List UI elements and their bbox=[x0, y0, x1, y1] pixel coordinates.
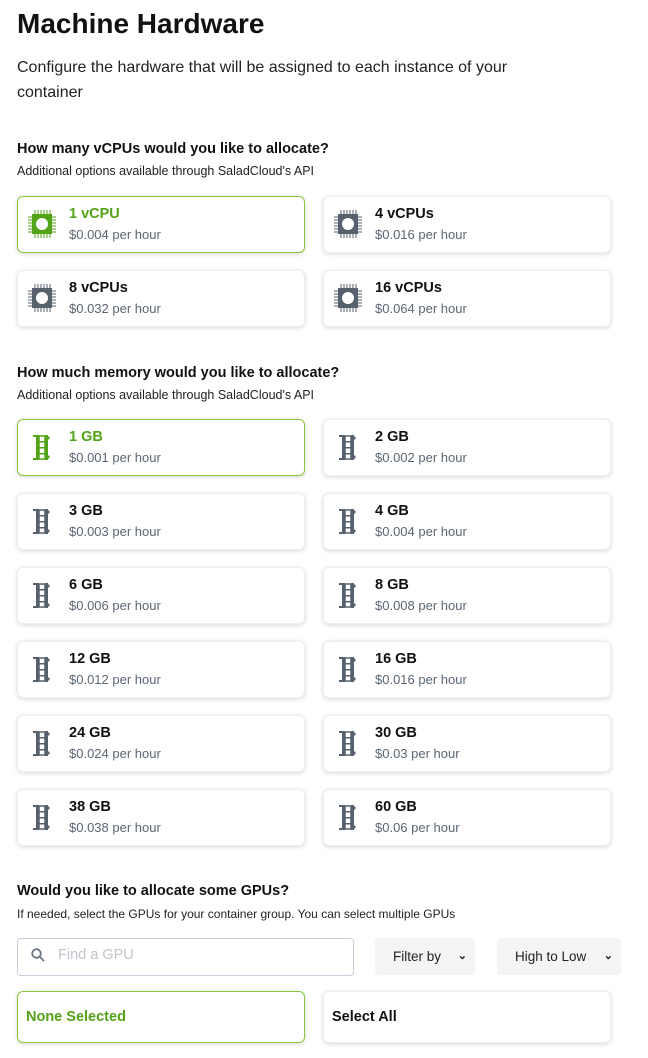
memory-option-card[interactable]: 3 GB $0.003 per hour bbox=[17, 493, 305, 550]
memory-stick-icon bbox=[333, 802, 363, 832]
cpu-option-label: 16 vCPUs bbox=[375, 280, 442, 296]
memory-stick-icon bbox=[333, 580, 363, 610]
memory-stick-icon bbox=[333, 654, 363, 684]
memory-stick-icon bbox=[333, 728, 363, 758]
cpu-chip-icon bbox=[333, 283, 363, 313]
page-subtitle: Configure the hardware that will be assi… bbox=[17, 59, 508, 101]
cpu-option-card[interactable]: 16 vCPUs $0.064 per hour bbox=[323, 270, 611, 327]
filter-select-label: Filter by bbox=[393, 949, 442, 964]
memory-option-price: $0.016 per hour bbox=[375, 672, 467, 687]
memory-option-price: $0.003 per hour bbox=[69, 524, 161, 539]
cpu-option-label: 4 vCPUs bbox=[375, 206, 434, 222]
memory-option-card[interactable]: 2 GB $0.002 per hour bbox=[323, 419, 611, 476]
cpu-option-price: $0.064 per hour bbox=[375, 301, 467, 316]
cpu-option-label: 1 vCPU bbox=[69, 206, 120, 222]
memory-option-price: $0.06 per hour bbox=[375, 820, 460, 835]
memory-option-price: $0.038 per hour bbox=[69, 820, 161, 835]
gpu-note: If needed, select the GPUs for your cont… bbox=[17, 907, 456, 921]
chevron-down-icon: ⌄ bbox=[603, 950, 613, 962]
cpu-chip-icon bbox=[333, 209, 363, 239]
memory-option-price: $0.004 per hour bbox=[375, 524, 467, 539]
memory-stick-icon bbox=[333, 432, 363, 462]
cpu-chip-icon bbox=[27, 283, 57, 313]
memory-stick-icon bbox=[27, 802, 57, 832]
memory-option-label: 30 GB bbox=[375, 725, 417, 741]
memory-option-card[interactable]: 1 GB $0.001 per hour bbox=[17, 419, 305, 476]
cpu-chip-icon bbox=[27, 209, 57, 239]
memory-option-label: 8 GB bbox=[375, 577, 409, 593]
sort-select[interactable]: High to Low ⌄ bbox=[497, 938, 621, 975]
memory-heading: How much memory would you like to alloca… bbox=[17, 365, 340, 381]
memory-stick-icon bbox=[27, 506, 57, 536]
memory-option-card[interactable]: 38 GB $0.038 per hour bbox=[17, 789, 305, 846]
memory-stick-icon bbox=[27, 654, 57, 684]
gpu-search-input[interactable] bbox=[58, 947, 338, 963]
memory-option-label: 3 GB bbox=[69, 503, 103, 519]
memory-option-label: 60 GB bbox=[375, 799, 417, 815]
chevron-down-icon: ⌄ bbox=[457, 950, 467, 962]
memory-option-card[interactable]: 4 GB $0.004 per hour bbox=[323, 493, 611, 550]
memory-option-card[interactable]: 12 GB $0.012 per hour bbox=[17, 641, 305, 698]
memory-option-price: $0.001 per hour bbox=[69, 450, 161, 465]
cpu-option-card[interactable]: 4 vCPUs $0.016 per hour bbox=[323, 196, 611, 253]
cpu-option-price: $0.016 per hour bbox=[375, 227, 467, 242]
memory-option-card[interactable]: 16 GB $0.016 per hour bbox=[323, 641, 611, 698]
cpu-option-card[interactable]: 1 vCPU $0.004 per hour bbox=[17, 196, 305, 253]
memory-option-label: 12 GB bbox=[69, 651, 111, 667]
memory-option-card[interactable]: 30 GB $0.03 per hour bbox=[323, 715, 611, 772]
memory-stick-icon bbox=[27, 580, 57, 610]
cpu-option-price: $0.004 per hour bbox=[69, 227, 161, 242]
cpu-heading: How many vCPUs would you like to allocat… bbox=[17, 141, 329, 157]
memory-stick-icon bbox=[27, 728, 57, 758]
gpu-search[interactable] bbox=[17, 938, 354, 976]
memory-stick-icon bbox=[27, 432, 57, 462]
memory-option-card[interactable]: 60 GB $0.06 per hour bbox=[323, 789, 611, 846]
memory-option-card[interactable]: 6 GB $0.006 per hour bbox=[17, 567, 305, 624]
page-title: Machine Hardware bbox=[17, 8, 265, 39]
memory-option-price: $0.03 per hour bbox=[375, 746, 460, 761]
memory-option-label: 6 GB bbox=[69, 577, 103, 593]
gpu-heading: Would you like to allocate some GPUs? bbox=[17, 883, 290, 899]
memory-option-price: $0.024 per hour bbox=[69, 746, 161, 761]
memory-note: Additional options available through Sal… bbox=[17, 388, 315, 402]
filter-select[interactable]: Filter by ⌄ bbox=[375, 938, 475, 975]
select-all-button[interactable]: Select All bbox=[323, 991, 611, 1043]
cpu-option-label: 8 vCPUs bbox=[69, 280, 128, 296]
cpu-option-price: $0.032 per hour bbox=[69, 301, 161, 316]
memory-stick-icon bbox=[333, 506, 363, 536]
memory-option-label: 38 GB bbox=[69, 799, 111, 815]
sort-select-label: High to Low bbox=[515, 949, 587, 964]
cpu-note: Additional options available through Sal… bbox=[17, 164, 315, 178]
memory-option-label: 1 GB bbox=[69, 429, 103, 445]
memory-option-price: $0.008 per hour bbox=[375, 598, 467, 613]
memory-option-label: 4 GB bbox=[375, 503, 409, 519]
cpu-option-card[interactable]: 8 vCPUs $0.032 per hour bbox=[17, 270, 305, 327]
memory-option-price: $0.002 per hour bbox=[375, 450, 467, 465]
search-icon bbox=[31, 948, 45, 962]
memory-option-card[interactable]: 24 GB $0.024 per hour bbox=[17, 715, 305, 772]
memory-option-price: $0.006 per hour bbox=[69, 598, 161, 613]
memory-option-card[interactable]: 8 GB $0.008 per hour bbox=[323, 567, 611, 624]
none-selected-button[interactable]: None Selected bbox=[17, 991, 305, 1043]
memory-option-label: 24 GB bbox=[69, 725, 111, 741]
memory-option-label: 2 GB bbox=[375, 429, 409, 445]
memory-option-label: 16 GB bbox=[375, 651, 417, 667]
memory-option-price: $0.012 per hour bbox=[69, 672, 161, 687]
